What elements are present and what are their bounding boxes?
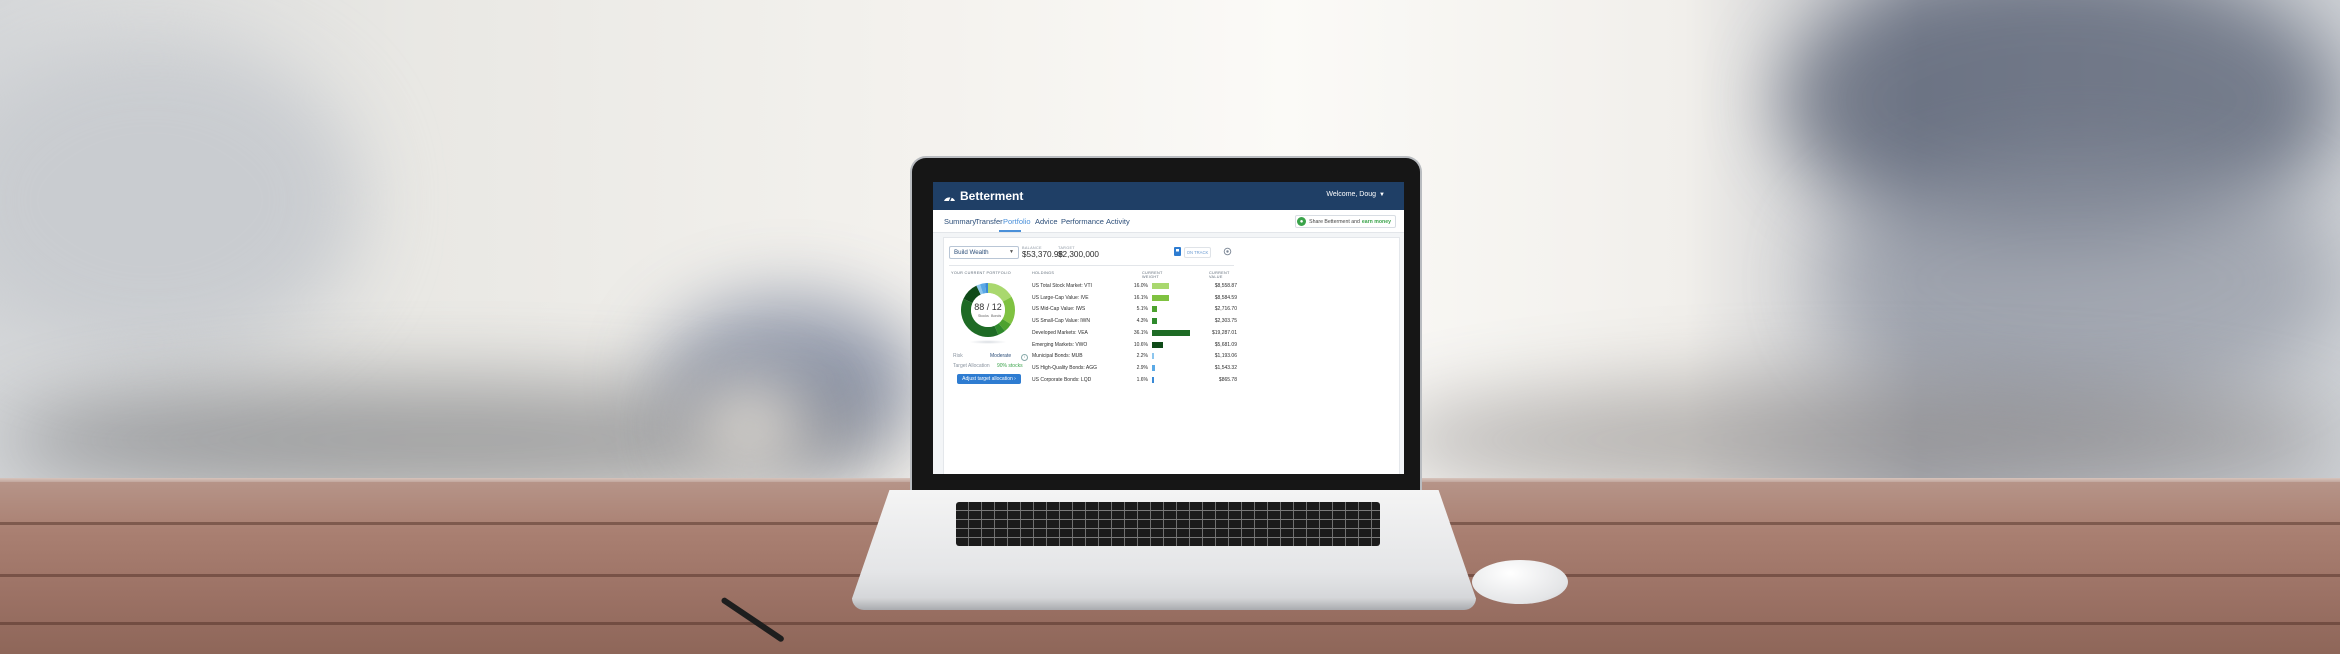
tab-portfolio[interactable]: Portfolio	[1003, 217, 1031, 226]
betterment-logo-icon	[944, 194, 955, 202]
tab-advice[interactable]: Advice	[1035, 217, 1058, 226]
keyboard-rows	[956, 502, 1380, 546]
holding-weight-bar	[1152, 329, 1190, 336]
risk-label: Risk	[953, 353, 963, 359]
holding-weight: 10.6%	[1133, 341, 1148, 348]
holdings-header: HOLDINGS	[1032, 271, 1055, 275]
target-allocation-value: 90% stocks	[997, 363, 1023, 369]
holding-name: US Small-Cap Value: IWN	[1032, 318, 1090, 325]
laptop-screen: Betterment Welcome, Doug ▼ Summary Transf…	[933, 182, 1404, 474]
adjust-allocation-button[interactable]: Adjust target allocation ›	[957, 374, 1021, 384]
risk-value: Moderate	[990, 353, 1012, 359]
main-content: Build Wealth ▼ BALANCE $53,370.98 TARGET…	[933, 233, 1404, 474]
holding-value: $8,558.87	[1214, 283, 1237, 289]
holding-weight: 5.1%	[1136, 306, 1148, 313]
holding-weight-bar	[1152, 341, 1164, 348]
holding-value: $2,303.75	[1214, 318, 1237, 325]
holding-value: $1,193.06	[1214, 353, 1237, 360]
holding-weight: 4.3%	[1136, 318, 1148, 325]
portfolio-section-label: YOUR CURRENT PORTFOLIO	[951, 271, 1012, 275]
holding-value: $865.78	[1218, 376, 1237, 383]
flag-icon[interactable]	[1174, 247, 1181, 256]
holding-name: Municipal Bonds: MUB	[1032, 353, 1083, 360]
target-value: $2,300,000	[1058, 250, 1099, 259]
app-logo[interactable]: Betterment	[960, 189, 1023, 203]
stocks-label: Stocks	[978, 314, 989, 318]
holding-weight-bar	[1152, 364, 1156, 371]
holding-weight-bar	[1152, 283, 1169, 289]
holding-weight-bar	[1152, 376, 1154, 383]
share-button[interactable]: ● Share Betterment and earn money	[1295, 215, 1396, 228]
chevron-down-icon: ▼	[1009, 249, 1014, 255]
holding-row[interactable]: US High-Quality Bonds: AGG 2.9% $1,543.32	[1032, 364, 1242, 376]
holding-name: US High-Quality Bonds: AGG	[1032, 364, 1098, 371]
holding-row[interactable]: US Small-Cap Value: IWN 4.3% $2,303.75	[1032, 318, 1242, 329]
holding-weight-bar	[1152, 353, 1155, 360]
holding-row[interactable]: US Corporate Bonds: LQD 1.6% $865.78	[1032, 376, 1242, 388]
holding-name: US Mid-Cap Value: IWS	[1032, 306, 1086, 313]
holding-name: US Large-Cap Value: IVE	[1032, 294, 1089, 301]
holding-name: Emerging Markets: VWO	[1032, 341, 1088, 348]
info-icon[interactable]: i	[1021, 354, 1028, 361]
computer-mouse	[1472, 560, 1568, 604]
app-header: Betterment Welcome, Doug ▼	[933, 182, 1404, 210]
holding-name: Developed Markets: VEA	[1032, 329, 1088, 336]
weight-header: CURRENT WEIGHT	[1142, 271, 1163, 279]
holding-name: US Total Stock Market: VTI	[1032, 283, 1092, 289]
target-allocation-label: Target Allocation	[953, 363, 990, 369]
portfolio-panel: Build Wealth ▼ BALANCE $53,370.98 TARGET…	[943, 237, 1400, 474]
main-nav: Summary Transfer Portfolio Advice Perfor…	[933, 210, 1404, 233]
donut-ratio: 88 / 12	[974, 302, 1002, 312]
welcome-text: Welcome, Doug	[1326, 191, 1377, 198]
active-tab-indicator	[999, 230, 1021, 232]
holding-weight: 2.2%	[1136, 353, 1148, 360]
holding-value: $5,681.09	[1214, 341, 1237, 348]
goal-select[interactable]: Build Wealth ▼	[949, 246, 1019, 259]
gift-icon: ●	[1297, 217, 1307, 226]
value-header: CURRENT VALUE	[1209, 271, 1230, 279]
bonds-label: Bonds	[991, 314, 1002, 318]
holding-weight: 2.9%	[1136, 364, 1148, 371]
divider	[949, 265, 1234, 266]
goal-select-value: Build Wealth	[954, 249, 989, 256]
holding-weight: 16.1%	[1133, 294, 1148, 301]
holding-weight: 16.0%	[1133, 283, 1148, 289]
share-text: Share Betterment and	[1309, 218, 1360, 225]
holding-row[interactable]: Developed Markets: VEA 36.1% $19,287.01	[1032, 329, 1242, 341]
tab-performance[interactable]: Performance	[1061, 217, 1104, 226]
tab-activity[interactable]: Activity	[1106, 217, 1130, 226]
holding-weight-bar	[1152, 318, 1157, 325]
holding-row[interactable]: Emerging Markets: VWO 10.6% $5,681.09	[1032, 341, 1242, 353]
holding-value: $2,716.70	[1214, 306, 1237, 313]
tab-transfer[interactable]: Transfer	[975, 217, 1003, 226]
holding-value: $8,584.59	[1214, 294, 1237, 301]
user-menu[interactable]: Welcome, Doug ▼	[1326, 191, 1385, 198]
tab-summary[interactable]: Summary	[944, 217, 976, 226]
balance-value: $53,370.98	[1022, 250, 1063, 259]
holding-row[interactable]: US Mid-Cap Value: IWS 5.1% $2,716.70	[1032, 306, 1242, 317]
earn-money-link[interactable]: earn money	[1362, 219, 1391, 225]
chevron-down-icon: ▼	[1379, 192, 1385, 198]
laptop-base-edge	[852, 598, 1476, 610]
donut-shadow	[969, 340, 1007, 344]
holding-weight: 36.1%	[1133, 329, 1148, 336]
holding-weight: 1.6%	[1136, 376, 1148, 383]
status-badge: ON TRACK	[1184, 247, 1211, 258]
gear-icon[interactable]	[1223, 247, 1232, 256]
holding-row[interactable]: US Total Stock Market: VTI 16.0% $8,558.87	[1032, 283, 1242, 294]
holding-row[interactable]: Municipal Bonds: MUB 2.2% $1,193.06	[1032, 353, 1242, 364]
holding-value: $19,287.01	[1211, 329, 1237, 336]
holding-value: $1,543.32	[1214, 364, 1237, 371]
holding-weight-bar	[1152, 306, 1158, 313]
holding-name: US Corporate Bonds: LQD	[1032, 376, 1092, 383]
holding-row[interactable]: US Large-Cap Value: IVE 16.1% $8,584.59	[1032, 294, 1242, 306]
holding-weight-bar	[1152, 294, 1169, 301]
